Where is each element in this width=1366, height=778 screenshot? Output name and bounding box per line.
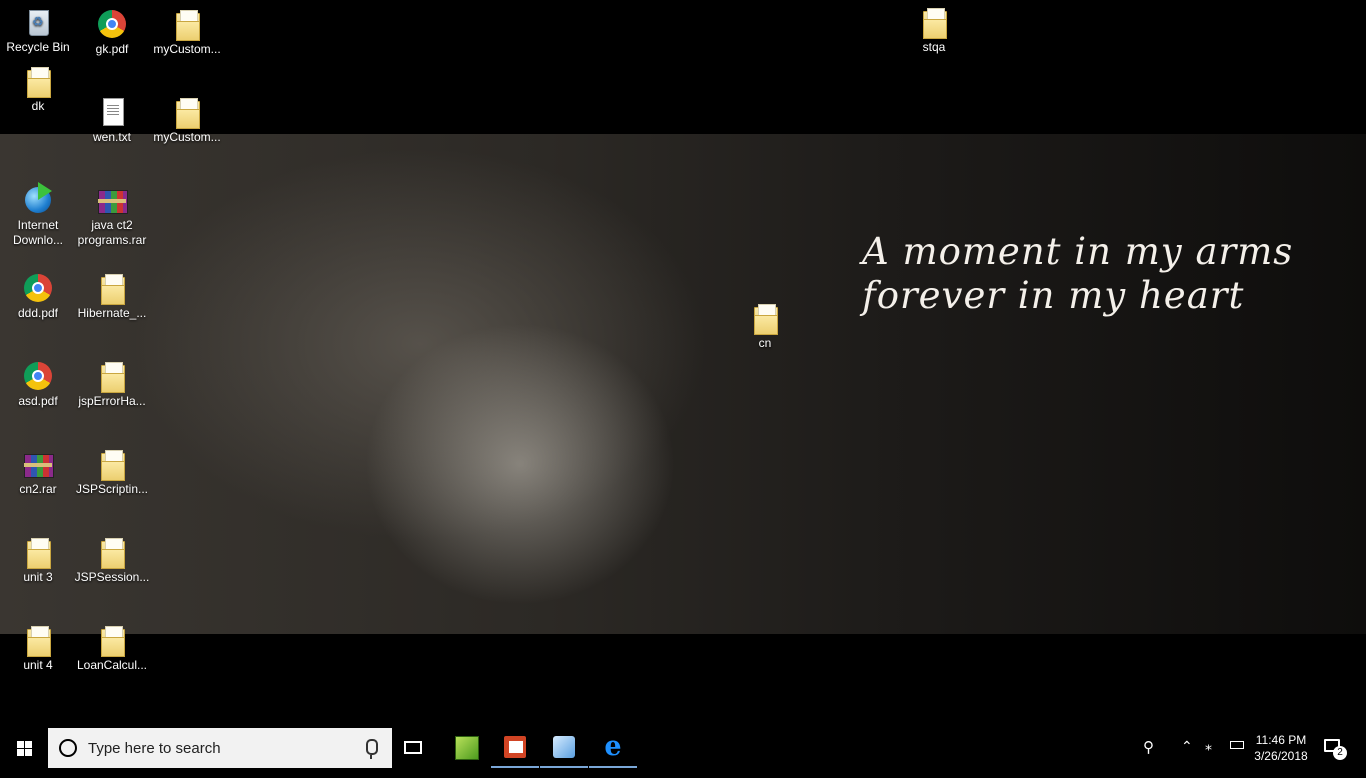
taskbar-app-internet-explorer[interactable]: e — [589, 728, 637, 768]
desktop-icon-ddd-pdf[interactable]: ddd.pdf — [0, 272, 76, 321]
desktop-icon-label: gk.pdf — [95, 42, 129, 56]
desktop-icon-label: Recycle Bin — [6, 40, 70, 54]
clock-time: 11:46 PM — [1255, 733, 1307, 747]
taskbar-app-powerpoint[interactable] — [491, 728, 539, 768]
folder-icon — [171, 8, 203, 41]
desktop-icon-asd-pdf[interactable]: asd.pdf — [0, 360, 76, 409]
desktop-icon-label: Internet Downlo... — [12, 218, 64, 247]
wallpaper-quote: A moment in my arms forever in my heart — [862, 230, 1332, 318]
desktop-icon-jsperrorha[interactable]: jspErrorHa... — [74, 360, 150, 409]
desktop-icon-dk[interactable]: dk — [0, 65, 76, 114]
taskbar-app-virtualbox[interactable] — [540, 728, 588, 768]
desktop-icon-jspsession[interactable]: JSPSession... — [74, 536, 150, 585]
desktop-icon-label: JSPSession... — [74, 570, 150, 584]
chevron-up-icon[interactable]: ⌃ — [1181, 738, 1193, 778]
recycle-bin-icon — [22, 6, 54, 38]
desktop-icon-label: LoanCalcul... — [76, 658, 148, 672]
desktop-icon-label: asd.pdf — [18, 394, 58, 408]
winrar-archive-icon — [96, 184, 128, 216]
task-view-icon[interactable] — [404, 741, 422, 754]
desktop-icon-cn2-rar[interactable]: cn2.rar — [0, 448, 76, 497]
desktop-icon-label: cn2.rar — [19, 482, 57, 496]
winrar-archive-icon — [22, 448, 54, 480]
notification-count: 2 — [1333, 746, 1347, 760]
internet-explorer-icon: e — [604, 731, 622, 762]
desktop-icon-label: ddd.pdf — [17, 306, 59, 320]
people-icon[interactable]: ⚲ — [1143, 738, 1154, 778]
desktop-icon-wen-txt[interactable]: wen.txt — [74, 96, 150, 145]
desktop-icon-label: java ct2 programs.rar — [77, 218, 147, 247]
notepad-plus-plus-icon — [455, 736, 479, 760]
desktop-icon-label: myCustom... — [153, 130, 221, 144]
desktop-icon-label: myCustom... — [153, 42, 221, 56]
chrome-pdf-icon — [22, 272, 54, 304]
clock[interactable]: 11:46 PM 3/26/2018 — [1247, 732, 1315, 764]
folder-icon — [96, 448, 128, 481]
folder-icon — [96, 360, 128, 393]
folder-icon — [96, 536, 128, 569]
internet-download-manager-icon — [22, 182, 54, 216]
search-box[interactable]: Type here to search — [48, 728, 392, 768]
battery-icon[interactable] — [1230, 741, 1244, 749]
folder-icon — [918, 6, 950, 39]
wallpaper-quote-line2: forever in my heart — [862, 274, 1245, 317]
text-file-icon — [96, 96, 128, 128]
desktop-icon-mycustom-2[interactable]: myCustom... — [149, 96, 225, 145]
virtualbox-icon — [553, 736, 575, 758]
desktop-icon-hibernate[interactable]: Hibernate_... — [74, 272, 150, 321]
desktop-icon-recycle-bin[interactable]: Recycle Bin — [0, 6, 76, 55]
search-placeholder: Type here to search — [88, 740, 221, 757]
desktop-icon-label: dk — [31, 99, 45, 113]
desktop-icon-label: wen.txt — [92, 130, 131, 144]
desktop-icon-label: unit 3 — [23, 570, 53, 584]
action-center-button[interactable]: 2 — [1322, 737, 1347, 760]
desktop-icon-stqa[interactable]: stqa — [896, 6, 972, 55]
desktop-icon-label: unit 4 — [23, 658, 53, 672]
taskbar-app-notepad-plus-plus[interactable] — [442, 728, 490, 768]
cortana-icon — [59, 739, 77, 757]
desktop-icon-jspscriptin[interactable]: JSPScriptin... — [74, 448, 150, 497]
powerpoint-icon — [504, 736, 526, 758]
desktop-icon-unit-3[interactable]: unit 3 — [0, 536, 76, 585]
folder-icon — [22, 536, 54, 569]
wifi-icon[interactable]: ⁎ — [1205, 737, 1212, 777]
desktop-icon-cn[interactable]: cn — [727, 302, 803, 351]
start-button[interactable] — [0, 728, 48, 768]
chrome-pdf-icon — [96, 8, 128, 40]
desktop-wallpaper: A moment in my arms forever in my heart — [0, 134, 1366, 634]
desktop-icon-unit-4[interactable]: unit 4 — [0, 624, 76, 673]
taskbar: Type here to search e ⚲ ⌃ ⁎ 11:46 PM 3/2… — [0, 728, 1366, 768]
folder-icon — [22, 624, 54, 657]
desktop-icon-label: stqa — [922, 40, 946, 54]
desktop-icon-gk-pdf[interactable]: gk.pdf — [74, 8, 150, 57]
desktop-icon-label: cn — [758, 336, 772, 350]
wallpaper-quote-line1: A moment in my arms — [862, 230, 1294, 273]
chrome-pdf-icon — [22, 360, 54, 392]
windows-logo-icon — [17, 741, 32, 756]
microphone-icon[interactable] — [366, 739, 378, 759]
desktop-icon-loancalcul[interactable]: LoanCalcul... — [74, 624, 150, 673]
clock-date: 3/26/2018 — [1254, 749, 1308, 763]
desktop-icon-label: Hibernate_... — [77, 306, 147, 320]
folder-icon — [96, 624, 128, 657]
folder-icon — [749, 302, 781, 335]
desktop-icon-label: jspErrorHa... — [78, 394, 146, 408]
folder-icon — [22, 65, 54, 98]
desktop-icon-internet-download-manager[interactable]: Internet Downlo... — [0, 182, 76, 248]
desktop-icon-mycustom-1[interactable]: myCustom... — [149, 8, 225, 57]
folder-icon — [171, 96, 203, 129]
desktop-icon-label: JSPScriptin... — [75, 482, 149, 496]
desktop-icon-java-ct2-rar[interactable]: java ct2 programs.rar — [74, 184, 150, 248]
folder-icon — [96, 272, 128, 305]
